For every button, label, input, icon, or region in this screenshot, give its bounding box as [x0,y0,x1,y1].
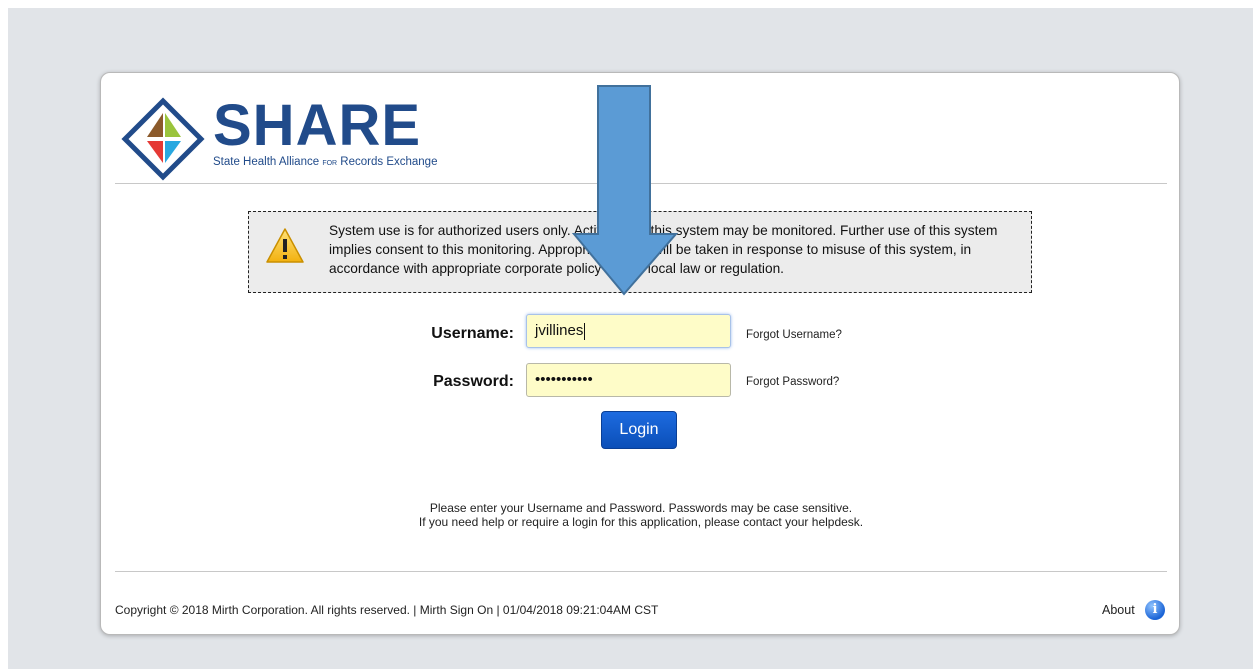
forgot-username-link[interactable]: Forgot Username? [746,329,842,341]
username-label: Username: [431,325,514,342]
footer-copyright: Copyright © 2018 Mirth Corporation. All … [115,603,659,617]
password-input[interactable]: ••••••••••• [526,363,731,397]
header-divider [115,183,1167,184]
help-text: Please enter your Username and Password.… [101,501,1181,529]
footer-divider [115,571,1167,572]
text-caret [584,322,586,340]
login-card: SHARE State Health Alliance FOR Records … [100,72,1180,635]
share-logo-mark-icon [121,97,205,181]
login-button[interactable]: Login [601,411,677,449]
logo-tagline: State Health Alliance FOR Records Exchan… [213,156,438,168]
forgot-password-link[interactable]: Forgot Password? [746,376,839,388]
warning-triangle-icon [266,228,304,263]
share-logo: SHARE State Health Alliance FOR Records … [121,93,441,183]
warning-message: System use is for authorized users only.… [329,223,998,276]
help-line-1: Please enter your Username and Password.… [429,501,853,515]
logo-wordmark: SHARE [213,93,422,158]
info-icon[interactable]: i [1145,600,1165,620]
security-warning-box: System use is for authorized users only.… [248,211,1032,293]
username-input[interactable]: jvillines [526,314,731,348]
password-label: Password: [433,373,514,390]
about-link[interactable]: About [1102,603,1135,617]
help-line-2: If you need help or require a login for … [418,515,864,529]
